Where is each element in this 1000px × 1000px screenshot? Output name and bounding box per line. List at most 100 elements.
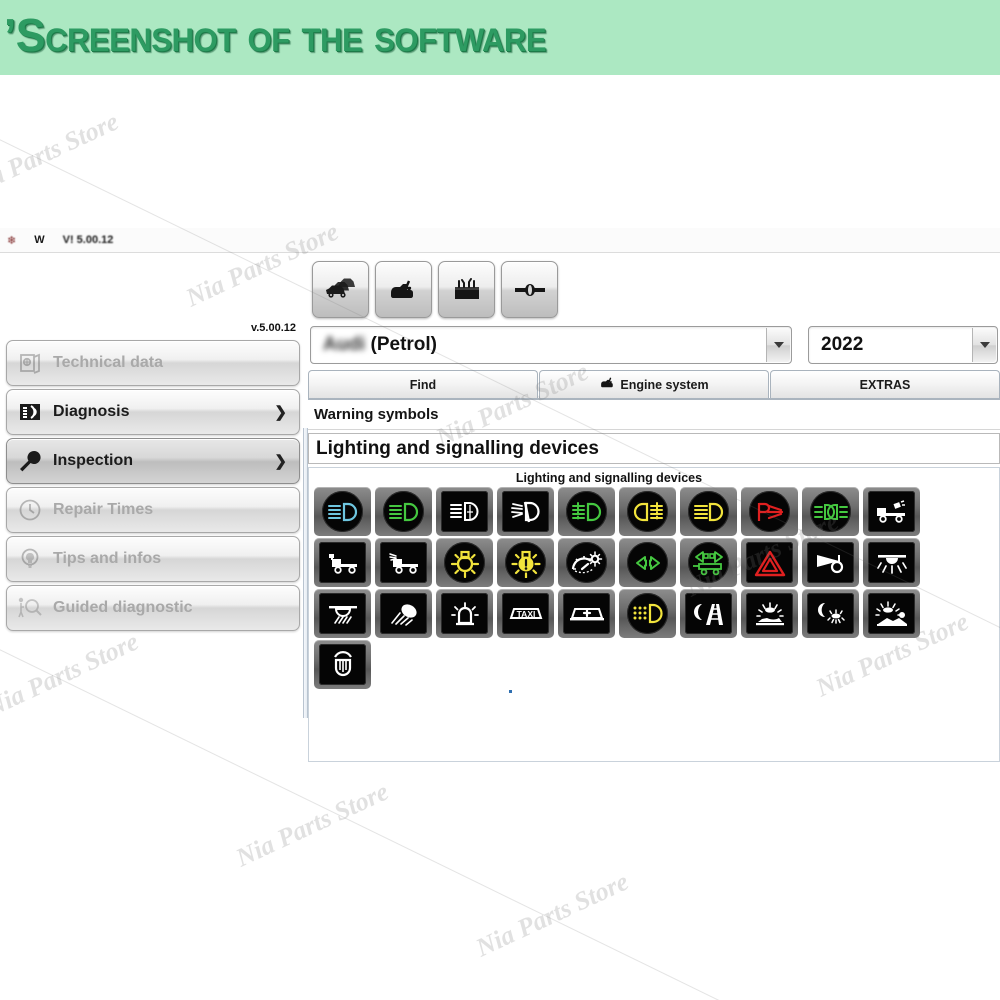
night-interior-lamp-icon [807, 593, 854, 634]
sidebar-item-label: Repair Times [53, 501, 154, 518]
symbol-cell[interactable] [863, 589, 920, 638]
watermark: Nia Parts Store [231, 776, 393, 873]
driveshaft-icon [513, 280, 547, 300]
low-beam-green-icon [383, 491, 424, 532]
symbol-cell[interactable] [802, 538, 859, 587]
tab-extras[interactable]: EXTRAS [770, 370, 1000, 398]
footwell-lamp-icon [746, 593, 793, 634]
symbol-cell[interactable] [802, 487, 859, 536]
symbol-cell[interactable] [619, 589, 676, 638]
lightbulb-icon [17, 546, 43, 572]
sidebar-item-guided-diagnostic[interactable]: Guided diagnostic [6, 585, 300, 631]
technical-data-icon [17, 350, 43, 376]
sidebar-item-diagnosis[interactable]: Diagnosis ❯ [6, 389, 300, 435]
battery-button[interactable] [438, 261, 495, 318]
symbol-cell-empty [680, 640, 737, 689]
symbol-cell[interactable] [436, 487, 493, 536]
sidebar-item-inspection[interactable]: Inspection ❯ [6, 438, 300, 484]
vehicle-selection-button[interactable] [312, 261, 369, 318]
driveshaft-button[interactable] [501, 261, 558, 318]
vehicle-select-arrow[interactable] [766, 328, 790, 362]
sidebar-item-technical-data[interactable]: Technical data [6, 340, 300, 386]
symbol-cell[interactable] [558, 538, 615, 587]
svg-text:TAXI: TAXI [516, 609, 535, 619]
symbol-cell[interactable] [741, 589, 798, 638]
symbol-cell[interactable] [558, 589, 615, 638]
symbol-cell[interactable] [314, 640, 371, 689]
chevron-right-icon: ❯ [274, 404, 287, 421]
symbol-cell[interactable] [863, 487, 920, 536]
symbol-cell-empty [863, 640, 920, 689]
turn-indicator-green-icon [627, 542, 668, 583]
symbol-cell[interactable] [741, 487, 798, 536]
symbol-cell[interactable] [436, 589, 493, 638]
wrench-icon [17, 448, 43, 474]
engine-bolt-icon [387, 277, 421, 303]
lamp-failure-red-icon [749, 491, 790, 532]
front-fog-lamp-green-icon [566, 491, 607, 532]
tab-find[interactable]: Find [308, 370, 538, 398]
cars-icon [323, 277, 359, 303]
symbol-cell[interactable] [497, 487, 554, 536]
truck-beacon-lamp-icon [319, 542, 366, 583]
symbol-cell[interactable] [497, 538, 554, 587]
symbol-cell[interactable] [375, 589, 432, 638]
symbol-cell[interactable] [680, 589, 737, 638]
vertical-scrollbar[interactable] [303, 428, 308, 718]
symbol-cell[interactable] [619, 487, 676, 536]
trailer-turn-indicator-icon [688, 542, 729, 583]
symbol-cell-empty [741, 640, 798, 689]
reading-lamp-icon [380, 593, 427, 634]
vehicle-fuel-label: (Petrol) [370, 334, 438, 355]
breadcrumb: Warning symbols [308, 400, 1000, 430]
selection-dot [509, 690, 512, 693]
engine-system-button[interactable] [375, 261, 432, 318]
sidebar-item-repair-times[interactable]: Repair Times [6, 487, 300, 533]
year-select-value: 2022 [821, 334, 864, 355]
symbol-cell[interactable] [558, 487, 615, 536]
tab-engine-system[interactable]: Engine system [539, 370, 769, 398]
rear-fog-lamp-yellow-icon [627, 491, 668, 532]
vehicle-select-row: Audi (Petrol) 2022 [310, 326, 998, 364]
vehicle-select[interactable]: Audi (Petrol) [310, 326, 792, 364]
symbol-cell[interactable] [436, 538, 493, 587]
symbol-cell[interactable] [863, 538, 920, 587]
year-select[interactable]: 2022 [808, 326, 998, 364]
symbol-grid-panel: Lighting and signalling devices TAXI [303, 428, 1000, 762]
ceiling-lamp-icon [319, 593, 366, 634]
lamp-downward-beam-icon [868, 542, 915, 583]
engine-bolt-icon [599, 376, 617, 393]
watermark: Nia Parts Store [0, 106, 123, 203]
rotating-beacon-icon [441, 593, 488, 634]
headlamp-cleaning-icon [502, 491, 549, 532]
clock-icon [17, 497, 43, 523]
tab-label: Find [409, 377, 437, 392]
symbol-cell[interactable] [680, 487, 737, 536]
symbol-cell[interactable] [314, 538, 371, 587]
main-toolbar [312, 261, 558, 318]
sidebar-item-tips-and-infos[interactable]: Tips and infos [6, 536, 300, 582]
symbol-cell[interactable] [375, 487, 432, 536]
sidebar-version-label: v.5.00.12 [250, 322, 296, 334]
symbol-cell-empty [619, 640, 676, 689]
symbol-cell[interactable] [619, 538, 676, 587]
low-beam-blue-icon [322, 491, 363, 532]
symbol-cell[interactable]: TAXI [497, 589, 554, 638]
lamp-bulb-icon [319, 644, 366, 685]
symbol-cell[interactable] [802, 589, 859, 638]
symbol-grid: TAXI [314, 487, 920, 689]
sidebar-item-label: Technical data [53, 354, 163, 371]
lamp-fault-warning-icon [505, 542, 546, 583]
truck-work-lamp-icon [868, 491, 915, 532]
night-road-lighting-icon [685, 593, 732, 634]
symbol-cell-empty [436, 640, 493, 689]
section-title: Lighting and signalling devices [308, 433, 1000, 464]
symbol-cell[interactable] [314, 487, 371, 536]
year-select-arrow[interactable] [972, 328, 996, 362]
symbol-cell[interactable] [314, 589, 371, 638]
symbol-cell[interactable] [680, 538, 737, 587]
symbol-cell[interactable] [375, 538, 432, 587]
symbol-cell[interactable] [741, 538, 798, 587]
truck-spotlight-icon [380, 542, 427, 583]
app-version-label: V! 5.00.12 [62, 234, 114, 246]
